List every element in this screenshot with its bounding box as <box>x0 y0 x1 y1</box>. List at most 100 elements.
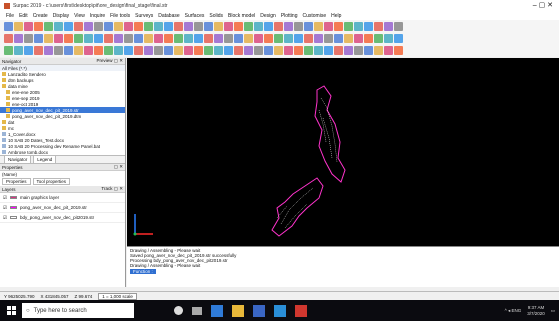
menu-design[interactable]: Design <box>260 13 276 19</box>
toolbar-button[interactable] <box>314 21 323 31</box>
graphics-viewport[interactable] <box>127 58 559 246</box>
menu-view[interactable]: View <box>74 13 85 19</box>
toolbar-button[interactable] <box>124 21 133 31</box>
toolbar-button[interactable] <box>294 33 303 43</box>
toolbar-button[interactable] <box>324 46 333 55</box>
toolbar-button[interactable] <box>364 46 373 55</box>
toolbar-button[interactable] <box>354 46 363 55</box>
toolbar-button[interactable] <box>384 46 393 55</box>
toolbar-button[interactable] <box>34 21 43 31</box>
toolbar-button[interactable] <box>114 33 123 43</box>
menu-block-model[interactable]: Block model <box>228 13 255 19</box>
menu-plotting[interactable]: Plotting <box>281 13 298 19</box>
toolbar-button[interactable] <box>284 21 293 31</box>
toolbar-button[interactable] <box>224 21 233 31</box>
edge-icon[interactable] <box>211 304 223 317</box>
taskbar-search[interactable]: ○ Type here to search <box>22 303 134 318</box>
toolbar-button[interactable] <box>84 46 93 55</box>
menu-create[interactable]: Create <box>33 13 48 19</box>
toolbar-button[interactable] <box>84 33 93 43</box>
toolbar-button[interactable] <box>54 21 63 31</box>
toolbar-button[interactable] <box>114 21 123 31</box>
toolbar-button[interactable] <box>194 21 203 31</box>
toolbar-button[interactable] <box>304 46 313 55</box>
toolbar-button[interactable] <box>344 46 353 55</box>
toolbar-button[interactable] <box>44 21 53 31</box>
file-explorer-icon[interactable] <box>232 304 244 317</box>
menu-solids[interactable]: Solids <box>209 13 223 19</box>
cortana-icon[interactable] <box>174 306 183 315</box>
toolbar-button[interactable] <box>384 33 393 43</box>
toolbar-button[interactable] <box>154 21 163 31</box>
toolbar-button[interactable] <box>144 46 153 55</box>
toolbar-button[interactable] <box>274 33 283 43</box>
toolbar-button[interactable] <box>74 46 83 55</box>
tab-legend[interactable]: Legend <box>33 155 57 164</box>
toolbar-button[interactable] <box>154 33 163 43</box>
toolbar-button[interactable] <box>164 33 173 43</box>
toolbar-button[interactable] <box>394 46 403 55</box>
toolbar-button[interactable] <box>104 33 113 43</box>
toolbar-button[interactable] <box>254 46 263 55</box>
toolbar-button[interactable] <box>344 21 353 31</box>
mail-icon[interactable] <box>253 304 265 317</box>
toolbar-button[interactable] <box>224 33 233 43</box>
toolbar-button[interactable] <box>394 33 403 43</box>
toolbar-button[interactable] <box>354 33 363 43</box>
properties-controls[interactable]: ▢ ✕ <box>114 164 123 170</box>
toolbar-button[interactable] <box>304 33 313 43</box>
toolbar-button[interactable] <box>264 46 273 55</box>
menu-customise[interactable]: Customise <box>303 13 327 19</box>
toolbar-button[interactable] <box>364 33 373 43</box>
toolbar-button[interactable] <box>174 33 183 43</box>
toolbar-button[interactable] <box>34 33 43 43</box>
clock[interactable]: 9:37 AM 3/7/2020 <box>527 305 545 317</box>
toolbar-button[interactable] <box>4 21 13 31</box>
toolbar-button[interactable] <box>174 46 183 55</box>
toolbar-button[interactable] <box>214 21 223 31</box>
toolbar-button[interactable] <box>254 21 263 31</box>
toolbar-button[interactable] <box>174 21 183 31</box>
toolbar-button[interactable] <box>64 46 73 55</box>
layer-visibility-checkbox[interactable]: ☑ <box>3 215 7 221</box>
layer-visibility-checkbox[interactable]: ☑ <box>3 205 7 211</box>
menu-display[interactable]: Display <box>53 13 69 19</box>
toolbar-button[interactable] <box>274 46 283 55</box>
layer-row[interactable]: ☑ bdy_pong_aver_nov_dec_pit2019.str <box>0 213 125 223</box>
toolbar-button[interactable] <box>334 33 343 43</box>
toolbar-button[interactable] <box>104 46 113 55</box>
toolbar-button[interactable] <box>354 21 363 31</box>
toolbar-button[interactable] <box>284 46 293 55</box>
toolbar-button[interactable] <box>164 21 173 31</box>
notification-icon[interactable]: ▭ <box>551 308 555 314</box>
toolbar-button[interactable] <box>34 46 43 55</box>
browser-icon[interactable] <box>274 304 286 317</box>
toolbar-button[interactable] <box>94 46 103 55</box>
tab-tool-properties[interactable]: Tool properties <box>32 178 71 185</box>
toolbar-button[interactable] <box>304 21 313 31</box>
toolbar-button[interactable] <box>334 21 343 31</box>
toolbar-button[interactable] <box>134 46 143 55</box>
toolbar-button[interactable] <box>384 21 393 31</box>
toolbar-button[interactable] <box>164 46 173 55</box>
window-controls[interactable]: – ▢ ✕ <box>533 1 553 9</box>
toolbar-button[interactable] <box>44 46 53 55</box>
surpac-taskbar-icon[interactable] <box>295 304 307 317</box>
toolbar-button[interactable] <box>14 33 23 43</box>
toolbar-button[interactable] <box>334 46 343 55</box>
menu-inquire[interactable]: Inquire <box>90 13 105 19</box>
toolbar-button[interactable] <box>124 46 133 55</box>
toolbar-button[interactable] <box>14 21 23 31</box>
toolbar-button[interactable] <box>324 21 333 31</box>
toolbar-button[interactable] <box>364 21 373 31</box>
layer-visibility-checkbox[interactable]: ☑ <box>3 195 7 201</box>
toolbar-button[interactable] <box>4 33 13 43</box>
tray-icons[interactable]: ^ ◂ ENG <box>505 308 522 314</box>
layer-row[interactable]: ☑ main graphics layer <box>0 193 125 203</box>
toolbar-button[interactable] <box>194 46 203 55</box>
toolbar-button[interactable] <box>224 46 233 55</box>
tab-navigator[interactable]: Navigator <box>4 155 32 164</box>
toolbar-button[interactable] <box>394 21 403 31</box>
toolbar-button[interactable] <box>64 21 73 31</box>
toolbar-button[interactable] <box>214 46 223 55</box>
